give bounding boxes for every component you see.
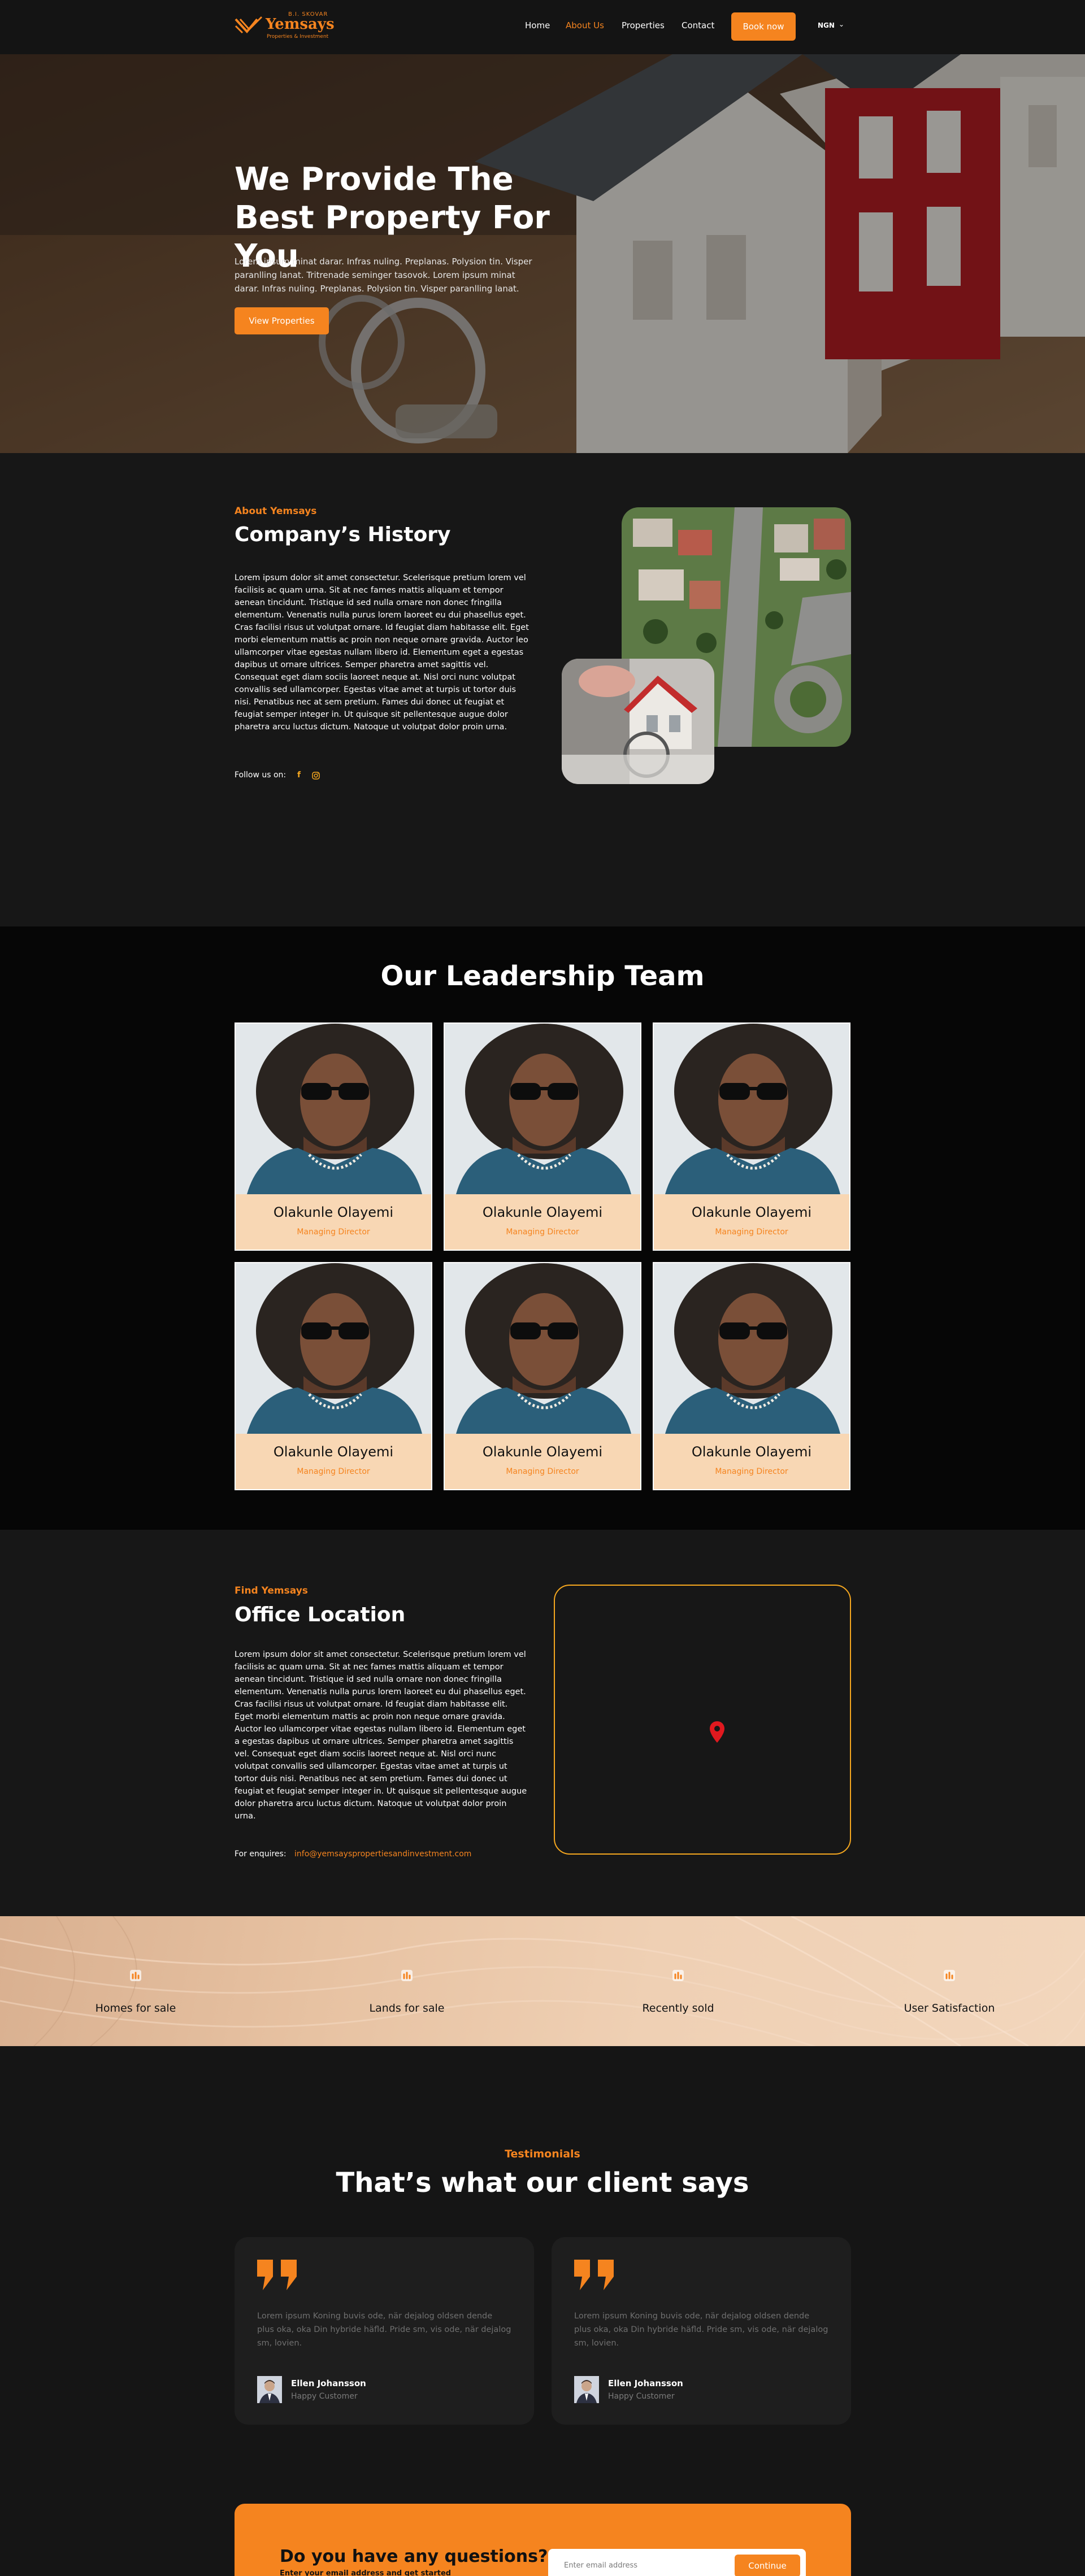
team-member-role: Managing Director	[715, 1467, 788, 1476]
team-card[interactable]: Olakunle Olayemi Managing Director	[235, 1022, 432, 1251]
nav-home[interactable]: Home	[525, 20, 550, 31]
email-input-placeholder: Enter email address	[564, 2561, 638, 2570]
team-member-name: Olakunle Olayemi	[691, 1444, 812, 1460]
customer-avatar	[574, 2376, 599, 2403]
team-member-photo	[236, 1024, 431, 1194]
testimonial-card: Lorem ipsum Koning buvis ode, när dejalo…	[235, 2237, 534, 2425]
top-navbar: B.I. SKOVAR Yemsays Properties & Investm…	[0, 0, 1085, 54]
facebook-icon[interactable]: f	[297, 771, 301, 780]
stats-band: Homes for sale Lands for sale Recently sol…	[0, 1916, 1085, 2046]
team-member-role: Managing Director	[506, 1228, 579, 1237]
testimonial-text: Lorem ipsum Koning buvis ode, när dejalo…	[574, 2312, 828, 2348]
office-map[interactable]	[554, 1585, 851, 1855]
team-member-name: Olakunle Olayemi	[273, 1444, 394, 1460]
customer-role: Happy Customer	[291, 2392, 358, 2401]
about-eyebrow: About Yemsays	[235, 506, 317, 517]
page: B.I. SKOVAR Yemsays Properties & Investm…	[0, 0, 1085, 2576]
map-pin-icon[interactable]	[710, 1721, 724, 1743]
nav-contact[interactable]: Contact	[682, 20, 714, 31]
team-card[interactable]: Olakunle Olayemi Managing Director	[653, 1022, 850, 1251]
nav-properties[interactable]: Properties	[622, 20, 665, 31]
team-member-role: Managing Director	[506, 1467, 579, 1476]
team-title: Our Leadership Team	[380, 960, 705, 992]
cta-subtitle: Enter your email address and get started	[280, 2569, 452, 2576]
leadership-section: Our Leadership Team Olakunle Olayemi Mana…	[0, 926, 1085, 1530]
team-member-photo	[654, 1024, 849, 1194]
team-member-photo	[445, 1024, 640, 1194]
follow-label: Follow us on:	[235, 771, 287, 780]
stat-label: Homes for sale	[95, 2002, 176, 2014]
office-section: Find Yemsays Office Location Lorem ipsum…	[0, 1530, 1085, 1916]
stat-label: Recently sold	[642, 2002, 714, 2014]
about-section: About Yemsays Company’s History Lorem ip…	[0, 453, 1085, 926]
quote-icon	[257, 2260, 297, 2290]
team-card[interactable]: Olakunle Olayemi Managing Director	[444, 1022, 641, 1251]
house-model-photo	[562, 659, 714, 784]
testimonials-section: Testimonials That’s what our client says…	[0, 2046, 1085, 2576]
testimonials-eyebrow: Testimonials	[505, 2148, 580, 2160]
team-card[interactable]: Olakunle Olayemi Managing Director	[444, 1262, 641, 1490]
office-text: Lorem ipsum dolor sit amet consectetur. …	[235, 1650, 527, 1821]
quote-icon	[574, 2260, 614, 2290]
hero-text: Lorem ipsum minat darar. Infras nuling. …	[235, 256, 532, 294]
hero-section: We Provide The Best Property For You Lor…	[0, 54, 1085, 453]
testimonial-card: Lorem ipsum Koning buvis ode, när dejalo…	[552, 2237, 851, 2425]
book-now-button[interactable]: Book now	[731, 12, 796, 41]
wood-grain-background	[0, 1916, 1085, 2046]
view-properties-button[interactable]: View Properties	[235, 307, 329, 334]
nav-about-us[interactable]: About Us	[566, 20, 604, 31]
team-member-role: Managing Director	[715, 1228, 788, 1237]
chevron-down-icon[interactable]: ⌄	[839, 20, 844, 28]
cta-title: Do you have any questions?	[280, 2547, 548, 2566]
logo-icon[interactable]	[235, 15, 264, 37]
newsletter-cta: Do you have any questions? Enter your em…	[235, 2504, 851, 2576]
about-text: Lorem ipsum dolor sit amet consectetur. …	[235, 573, 529, 732]
customer-role: Happy Customer	[608, 2392, 675, 2401]
stat-label: User Satisfaction	[904, 2002, 995, 2014]
about-title: Company’s History	[235, 523, 451, 546]
team-card[interactable]: Olakunle Olayemi Managing Director	[653, 1262, 850, 1490]
testimonial-text: Lorem ipsum Koning buvis ode, när dejalo…	[257, 2312, 511, 2348]
team-member-name: Olakunle Olayemi	[691, 1204, 812, 1220]
logo-name[interactable]: Yemsays	[266, 16, 335, 33]
testimonials-title: That’s what our client says	[336, 2167, 749, 2199]
chart-icon	[944, 1970, 955, 1981]
customer-name: Ellen Johansson	[608, 2378, 683, 2388]
instagram-icon[interactable]	[312, 772, 320, 780]
team-member-photo	[236, 1263, 431, 1434]
team-member-name: Olakunle Olayemi	[482, 1204, 603, 1220]
team-card[interactable]: Olakunle Olayemi Managing Director	[235, 1262, 432, 1490]
team-member-role: Managing Director	[297, 1467, 370, 1476]
email-link[interactable]: info@yemsayspropertiesandinvestment.com	[294, 1850, 471, 1859]
stat-label: Lands for sale	[369, 2002, 445, 2014]
team-member-photo	[654, 1263, 849, 1434]
office-title: Office Location	[235, 1603, 406, 1626]
chart-icon	[130, 1970, 141, 1981]
team-member-photo	[445, 1263, 640, 1434]
office-eyebrow: Find Yemsays	[235, 1585, 308, 1596]
enquiries-label: For enquires:	[235, 1850, 287, 1859]
customer-avatar	[257, 2376, 282, 2403]
email-input[interactable]: Enter email address Continue	[548, 2549, 806, 2576]
chart-icon	[401, 1970, 413, 1981]
currency-select[interactable]: NGN	[818, 21, 835, 29]
team-member-name: Olakunle Olayemi	[482, 1444, 603, 1460]
logo-tagline: Properties & Investment	[267, 34, 329, 40]
chart-icon	[672, 1970, 684, 1981]
team-member-name: Olakunle Olayemi	[273, 1204, 394, 1220]
customer-name: Ellen Johansson	[291, 2378, 366, 2388]
continue-button[interactable]: Continue	[735, 2555, 800, 2576]
team-member-role: Managing Director	[297, 1228, 370, 1237]
